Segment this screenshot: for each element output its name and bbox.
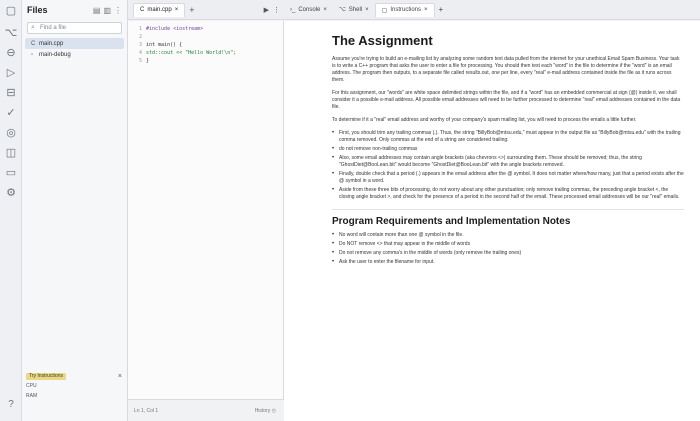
file-item-main-cpp[interactable]: C main.cpp — [25, 38, 124, 49]
code-line: 3 int main() { — [138, 42, 183, 48]
new-file-icon[interactable]: ▤ — [93, 6, 101, 15]
shell-icon: ⌥ — [338, 7, 346, 13]
comment-icon[interactable]: ◎ — [4, 126, 18, 140]
resources-panel: Try Instructions × CPU RAM — [26, 371, 122, 409]
run-icon[interactable]: ▶ — [264, 6, 269, 14]
close-icon[interactable]: × — [175, 7, 179, 13]
code-editor[interactable]: 1 #include <iostream> 2 3 int main() { 4… — [128, 21, 284, 399]
code-line: 2 — [138, 34, 142, 40]
paragraph: Assume you're trying to build an e-maili… — [332, 56, 680, 83]
add-tab-icon[interactable]: + — [439, 5, 444, 14]
tab-instructions[interactable]: ▢ Instructions × — [374, 2, 435, 17]
page-title: The Assignment — [332, 33, 433, 48]
shell-icon[interactable]: ⌥ — [4, 26, 18, 40]
close-icon[interactable]: × — [118, 373, 122, 380]
database-icon[interactable]: ⊟ — [4, 86, 18, 100]
close-icon[interactable]: × — [365, 7, 369, 13]
files-title: Files — [27, 5, 48, 15]
cpp-file-icon: C — [140, 7, 145, 13]
section-heading: Program Requirements and Implementation … — [332, 209, 684, 227]
help-icon[interactable]: ? — [4, 399, 18, 413]
list-item: Aside from these three bits of processin… — [332, 187, 684, 201]
clock-icon: ◷ — [271, 407, 276, 414]
cursor-position: Ln 1, Col 1 — [134, 407, 159, 414]
cpu-row: CPU — [26, 383, 37, 389]
instructions-tag[interactable]: Try Instructions — [26, 372, 66, 380]
check-icon[interactable]: ✓ — [4, 106, 18, 120]
code-line: 1 #include <iostream> — [138, 26, 204, 32]
file-item-main-debug[interactable]: ▫ main-debug — [25, 49, 124, 60]
paragraph: To determine if it a "real" email addres… — [332, 117, 637, 123]
instructions-document: The Assignment Assume you're trying to b… — [284, 21, 700, 421]
packages-icon[interactable]: ◫ — [4, 146, 18, 160]
search-icon: ⌕ — [31, 24, 35, 31]
code-line: 4 std::cout << "Hello World!\n"; — [138, 50, 237, 56]
book-icon: ▢ — [381, 7, 388, 14]
requirements-list: No word will contain more than one @ sym… — [332, 232, 684, 266]
list-item: do not remove non-trailing commas — [332, 146, 684, 153]
list-item: No word will contain more than one @ sym… — [332, 232, 684, 239]
console-icon: ›_ — [290, 6, 296, 13]
processing-rules-list: First, you should trim any trailing comm… — [332, 130, 684, 201]
history-icon[interactable]: ▭ — [4, 166, 18, 180]
lock-icon[interactable]: ⊖ — [4, 46, 18, 60]
history-button[interactable]: History ◷ — [255, 408, 276, 414]
new-folder-icon[interactable]: ▥ — [103, 6, 111, 15]
cpp-file-icon: C — [31, 40, 36, 47]
list-item: Ask the user to enter the filename for i… — [332, 259, 684, 266]
files-header: Files ▤ ▥ ⋮ — [22, 0, 127, 20]
code-icon[interactable]: ▷ — [4, 66, 18, 80]
file-search-input[interactable]: ⌕ Find a file — [27, 22, 122, 34]
editor-tab-bar: C main.cpp × + ▶ ⋮ — [128, 0, 284, 20]
settings-icon[interactable]: ⚙ — [4, 186, 18, 200]
list-item: Do NOT remove <> that may appear in the … — [332, 241, 684, 248]
list-item: First, you should trim any trailing comm… — [332, 130, 684, 144]
add-tab-icon[interactable]: + — [189, 5, 194, 15]
file-icon: ▫ — [31, 51, 34, 58]
tab-console[interactable]: ›_ Console × — [284, 3, 333, 17]
tab-shell[interactable]: ⌥ Shell × — [333, 3, 375, 17]
paragraph: For this assignment, our "words" are whi… — [332, 90, 681, 110]
close-icon[interactable]: × — [323, 7, 327, 13]
ram-row: RAM — [26, 393, 38, 399]
files-panel: Files ▤ ▥ ⋮ ⌕ Find a file C main.cpp ▫ m… — [22, 0, 128, 421]
more-menu-icon[interactable]: ⋮ — [273, 6, 280, 14]
tab-main-cpp[interactable]: C main.cpp × — [133, 2, 186, 17]
editor-status-bar: Ln 1, Col 1 History ◷ — [128, 399, 284, 421]
files-icon[interactable]: ▢ — [4, 4, 18, 18]
right-tab-bar: ›_ Console × ⌥ Shell × ▢ Instructions × … — [284, 0, 700, 20]
close-icon[interactable]: × — [424, 7, 428, 13]
list-item: Finally, double check that a period (.) … — [332, 171, 684, 185]
list-item: Do not remove any comma's in the middle … — [332, 250, 684, 257]
list-item: Also, some email addresses may contain a… — [332, 155, 684, 169]
more-menu-icon[interactable]: ⋮ — [114, 6, 122, 15]
activity-rail: ▢ ⌥ ⊖ ▷ ⊟ ✓ ◎ ◫ ▭ ⚙ ? — [0, 0, 22, 421]
code-line: 5 } — [138, 58, 150, 64]
